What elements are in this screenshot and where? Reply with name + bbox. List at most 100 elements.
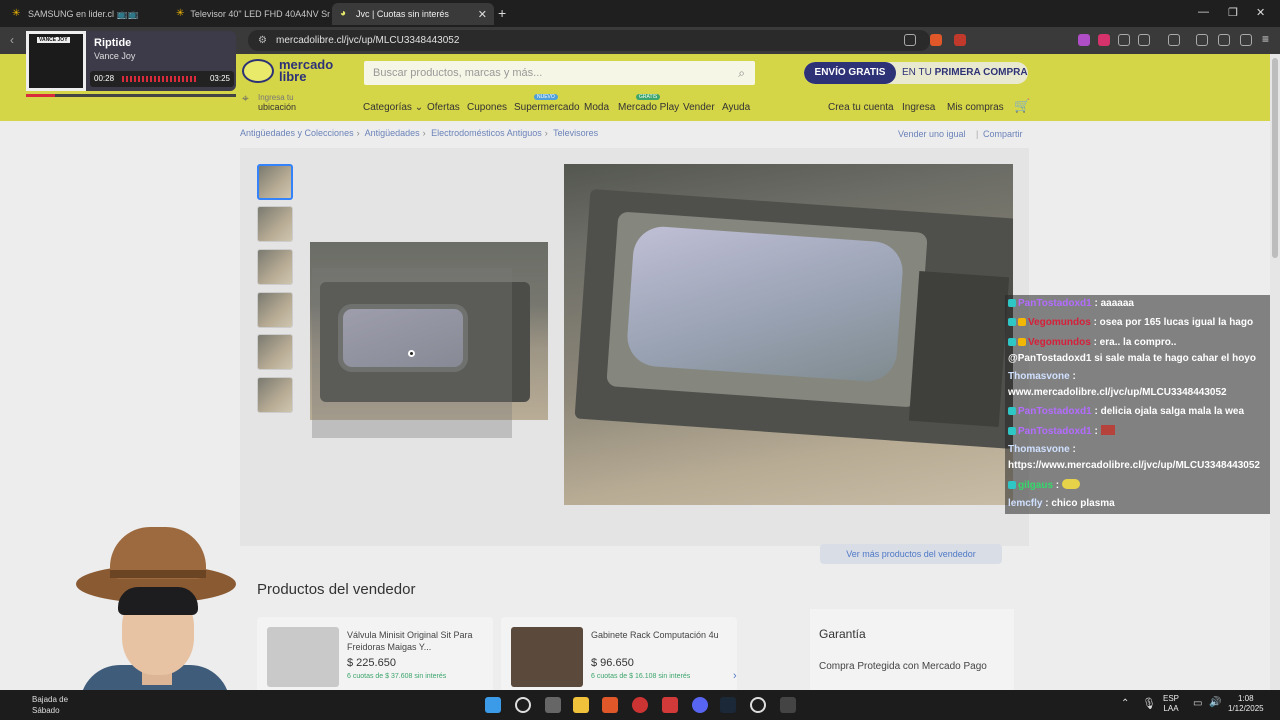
product-price: $ 96.650	[591, 657, 634, 669]
handshake-icon	[242, 59, 274, 83]
extension-icon[interactable]	[1118, 34, 1130, 46]
search-placeholder: Buscar productos, marcas y más...	[373, 67, 543, 79]
task-view-icon[interactable]	[545, 697, 561, 713]
nav-moda[interactable]: Moda	[584, 102, 609, 113]
discord-icon[interactable]	[692, 697, 708, 713]
badge-icon	[1008, 481, 1016, 489]
brave-shield-icon[interactable]	[930, 34, 942, 46]
breadcrumb-item[interactable]: Electrodomésticos Antiguos	[431, 128, 542, 138]
wallet-icon[interactable]	[1196, 34, 1208, 46]
my-purchases-link[interactable]: Mis compras	[947, 102, 1004, 113]
share-link[interactable]: Compartir	[983, 129, 1023, 139]
close-window-icon[interactable]: ✕	[1256, 6, 1265, 19]
nav-ofertas[interactable]: Ofertas	[427, 102, 460, 113]
site-settings-icon[interactable]: ⚙	[258, 30, 267, 51]
album-art-text: VANCE JOY	[37, 37, 70, 43]
maximize-icon[interactable]: ❐	[1228, 6, 1238, 19]
nav-categorias[interactable]: Categorías ⌄	[363, 102, 423, 113]
chat-message: Vegomundos : era.. la compro..	[1008, 337, 1176, 348]
song-title: Riptide	[94, 37, 132, 49]
tab-samsung[interactable]: ✳ SAMSUNG en lider.cl 📺📺	[4, 3, 166, 25]
leo-ai-icon[interactable]	[1218, 34, 1230, 46]
product-main-image[interactable]	[564, 164, 1013, 505]
login-link[interactable]: Ingresa	[902, 102, 935, 113]
tab-label: Televisor 40" LED FHD 40A4NV Sma	[190, 9, 330, 19]
location-line2: ubicación	[258, 102, 297, 112]
free-shipping-banner[interactable]: ENVÍO GRATIS EN TU PRIMERA COMPRA	[804, 62, 1028, 84]
vpn-icon[interactable]	[1240, 34, 1252, 46]
breadcrumb-item[interactable]: Antigüedades y Colecciones	[240, 128, 354, 138]
minimize-icon[interactable]: —	[1198, 6, 1209, 18]
gallery-thumbnail[interactable]	[257, 164, 293, 200]
chat-message: PanTostadoxd1 : delicia ojala salga mala…	[1008, 406, 1244, 417]
file-explorer-icon[interactable]	[573, 697, 589, 713]
product-card-item[interactable]: Gabinete Rack Computación 4u $ 96.650 6 …	[501, 617, 737, 697]
product-thumbnail	[267, 627, 339, 687]
tray-overflow-icon[interactable]: ⌃	[1121, 698, 1129, 709]
breadcrumb-item[interactable]: Televisores	[553, 128, 598, 138]
tab-jvc[interactable]: ◕ Jvc | Cuotas sin interés ✕	[332, 3, 494, 25]
taskbar: Bajada de Sábado ⌃ 🎙 ESP LAA ▭ 🔊 1:08 1/…	[0, 690, 1280, 720]
sidebar-icon[interactable]	[1168, 34, 1180, 46]
chat-message-cont: @PanTostadoxd1 si sale mala te hago caha…	[1008, 353, 1256, 364]
more-seller-products-button[interactable]: Ver más productos del vendedor	[820, 544, 1002, 564]
brave-rewards-icon[interactable]	[954, 34, 966, 46]
nav-supermercado[interactable]: NUEVO Supermercado	[514, 94, 580, 113]
cart-icon[interactable]: 🛒	[1014, 98, 1030, 114]
mercadolibre-logo[interactable]: mercado libre	[242, 58, 333, 83]
extension-icon[interactable]	[1078, 34, 1090, 46]
back-icon[interactable]: ‹	[10, 33, 14, 47]
microphone-icon[interactable]: 🎙	[1142, 697, 1156, 710]
brave-icon[interactable]	[602, 697, 618, 713]
gallery-thumbnail[interactable]	[257, 292, 293, 328]
search-icon[interactable]: ⌕	[738, 61, 745, 85]
start-icon[interactable]	[485, 697, 501, 713]
volume-icon[interactable]: 🔊	[1209, 697, 1221, 708]
app-icon[interactable]	[750, 697, 766, 713]
network-icon[interactable]: ▭	[1193, 698, 1202, 709]
share-icon[interactable]	[904, 34, 916, 46]
address-bar[interactable]: ⚙ mercadolibre.cl/jvc/up/MLCU3348443052	[248, 30, 930, 51]
breadcrumb-item[interactable]: Antigüedades	[365, 128, 420, 138]
search-input[interactable]: Buscar productos, marcas y más... ⌕	[364, 61, 755, 85]
media-player-icon[interactable]	[632, 697, 648, 713]
create-account-link[interactable]: Crea tu cuenta	[828, 102, 894, 113]
sell-same-link[interactable]: Vender uno igual	[898, 129, 966, 139]
gallery-thumbnail[interactable]	[257, 206, 293, 242]
nav-ayuda[interactable]: Ayuda	[722, 102, 750, 113]
product-card-item[interactable]: Válvula Minisit Original Sit Para Freido…	[257, 617, 493, 697]
nav-mercado-play[interactable]: GRATIS Mercado Play	[618, 94, 679, 113]
language-indicator[interactable]: ESP LAA	[1163, 694, 1179, 714]
envio-gratis-label: ENVÍO GRATIS	[804, 62, 896, 84]
product-price: $ 225.650	[347, 657, 396, 669]
menu-icon[interactable]: ≡	[1262, 32, 1269, 46]
new-tab-button[interactable]: +	[498, 5, 506, 21]
close-tab-icon[interactable]: ✕	[478, 8, 487, 21]
envio-highlight: PRIMERA COMPRA	[934, 67, 1028, 78]
tab-televisor[interactable]: ✳ Televisor 40" LED FHD 40A4NV Sma	[168, 3, 330, 25]
extension-icon[interactable]	[1098, 34, 1110, 46]
weather-widget[interactable]: Bajada de Sábado	[12, 694, 68, 716]
product-thumbnail	[511, 627, 583, 687]
app-icon[interactable]	[780, 697, 796, 713]
seller-products-title: Productos del vendedor	[257, 581, 416, 598]
chat-message: Vegomundos : osea por 165 lucas igual la…	[1008, 317, 1253, 328]
song-progress	[26, 94, 236, 97]
carousel-next-icon[interactable]: ›	[733, 670, 737, 682]
clock[interactable]: 1:08 1/12/2025	[1228, 694, 1264, 714]
puzzle-icon[interactable]	[1138, 34, 1150, 46]
app-icon[interactable]	[662, 697, 678, 713]
gallery-thumbnail[interactable]	[257, 377, 293, 413]
product-installments: 6 cuotas de $ 37.608 sin interés	[347, 673, 447, 680]
badge-icon	[1018, 338, 1026, 346]
product-title: Válvula Minisit Original Sit Para Freido…	[347, 630, 473, 652]
gallery-thumbnail[interactable]	[257, 334, 293, 370]
gallery-thumbnail[interactable]	[257, 249, 293, 285]
steam-icon[interactable]	[720, 697, 736, 713]
waveform	[122, 76, 198, 82]
nav-cupones[interactable]: Cupones	[467, 102, 507, 113]
nav-vender[interactable]: Vender	[683, 102, 715, 113]
chat-message: gilgaus :	[1008, 479, 1080, 491]
search-icon[interactable]	[515, 697, 531, 713]
page-scrollbar[interactable]	[1270, 54, 1280, 690]
